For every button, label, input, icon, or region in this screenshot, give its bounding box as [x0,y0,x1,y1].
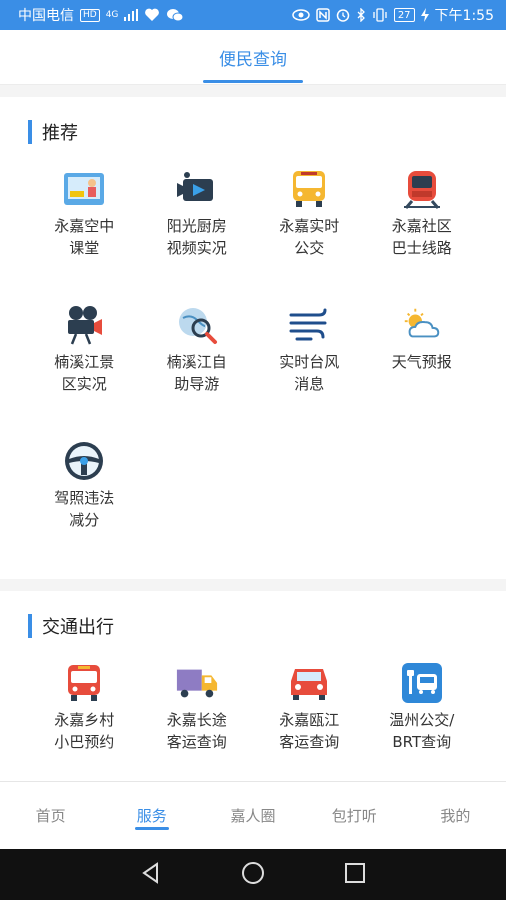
nav-inquiry[interactable]: 包打听 [304,782,405,849]
nav-jiaren-circle[interactable]: 嘉人圈 [202,782,303,849]
health-icon [144,8,160,22]
service-item-self-guide[interactable]: 楠溪江自 助导游 [141,295,254,431]
nav-home[interactable]: 首页 [0,782,101,849]
sun-cloud-icon [400,303,444,347]
nfc-icon [316,8,330,22]
wind-icon [287,303,331,347]
service-label: 楠溪江景 区实况 [54,353,115,393]
bus-stop-icon [400,661,444,705]
nav-service[interactable]: 服务 [101,782,202,849]
service-item-wenzhou-brt[interactable]: 温州公交/ BRT查询 [366,653,479,781]
system-nav-bar [0,849,506,900]
red-car-icon [287,661,331,705]
bus-icon [287,167,331,211]
service-item-typhoon[interactable]: 实时台风 消息 [253,295,366,431]
top-tab-bar: 便民查询 [0,30,506,85]
bottom-nav: 首页 服务 嘉人圈 包打听 我的 [0,781,506,849]
hd-badge: HD [80,8,100,22]
back-icon[interactable] [139,861,163,889]
service-grid: 永嘉空中 课堂 阳光厨房 视频实况 永嘉实时 公交 永嘉社区 巴士线路 楠溪江景… [0,159,506,571]
carrier-name: 中国电信 [18,8,74,24]
service-item-village-bus[interactable]: 永嘉乡村 小巴预约 [28,653,141,781]
service-item-long-distance[interactable]: 永嘉长途 客运查询 [141,653,254,781]
service-item-weather[interactable]: 天气预报 [366,295,479,431]
battery-indicator: 27 [393,8,415,22]
service-item-license-points[interactable]: 驾照违法 减分 [28,431,141,571]
service-label: 驾照违法 减分 [54,489,115,529]
tab-convenience-query[interactable]: 便民查询 [203,30,303,85]
home-icon[interactable] [240,860,266,890]
service-label: 阳光厨房 视频实况 [166,217,227,257]
section-recommended: 推荐 永嘉空中 课堂 阳光厨房 视频实况 永嘉实时 公交 永嘉社区 巴士线路 楠… [0,97,506,579]
service-label: 永嘉实时 公交 [279,217,340,257]
movie-camera-icon [62,303,106,347]
service-item-oujiang-transport[interactable]: 永嘉瓯江 客运查询 [253,653,366,781]
recents-icon[interactable] [343,861,367,889]
service-item-realtime-bus[interactable]: 永嘉实时 公交 [253,159,366,295]
signal-icon [124,9,139,21]
section-header: 推荐 [0,97,506,159]
red-bus-icon [62,661,106,705]
tablet-lesson-icon [62,167,106,211]
video-camera-icon [175,167,219,211]
service-label: 楠溪江自 助导游 [166,353,227,393]
wechat-icon [166,8,184,22]
service-item-air-classroom[interactable]: 永嘉空中 课堂 [28,159,141,295]
service-item-scenic-live[interactable]: 楠溪江景 区实况 [28,295,141,431]
charging-icon [420,8,429,22]
network-type: 4G [105,9,119,20]
service-item-sunshine-kitchen[interactable]: 阳光厨房 视频实况 [141,159,254,295]
truck-icon [175,661,219,705]
section-transport: 交通出行 永嘉乡村 小巴预约 永嘉长途 客运查询 永嘉瓯江 客运查询 温州公交/… [0,591,506,781]
section-accent-bar [28,120,32,144]
service-label: 天气预报 [391,353,452,371]
alarm-icon [336,8,350,22]
nav-mine[interactable]: 我的 [405,782,506,849]
service-label: 永嘉乡村 小巴预约 [54,711,115,751]
section-title: 推荐 [42,123,78,144]
service-label: 实时台风 消息 [279,353,340,393]
service-grid: 永嘉乡村 小巴预约 永嘉长途 客运查询 永嘉瓯江 客运查询 温州公交/ BRT查… [0,653,506,781]
service-label: 温州公交/ BRT查询 [389,711,455,751]
vibrate-icon [372,8,388,22]
service-label: 永嘉长途 客运查询 [166,711,227,751]
eye-icon [292,9,310,21]
section-header: 交通出行 [0,591,506,653]
service-label: 永嘉社区 巴士线路 [391,217,452,257]
section-accent-bar [28,614,32,638]
service-label: 永嘉瓯江 客运查询 [279,711,340,751]
clock-time: 下午1:55 [434,8,494,24]
bluetooth-icon [356,8,366,22]
steering-wheel-icon [62,439,106,483]
service-item-community-bus[interactable]: 永嘉社区 巴士线路 [366,159,479,295]
section-title: 交通出行 [42,617,114,638]
status-bar: 中国电信 HD 4G 27 下午1:55 [0,0,506,30]
service-label: 永嘉空中 课堂 [54,217,115,257]
globe-search-icon [175,303,219,347]
content-area[interactable]: 推荐 永嘉空中 课堂 阳光厨房 视频实况 永嘉实时 公交 永嘉社区 巴士线路 楠… [0,85,506,781]
train-icon [400,167,444,211]
